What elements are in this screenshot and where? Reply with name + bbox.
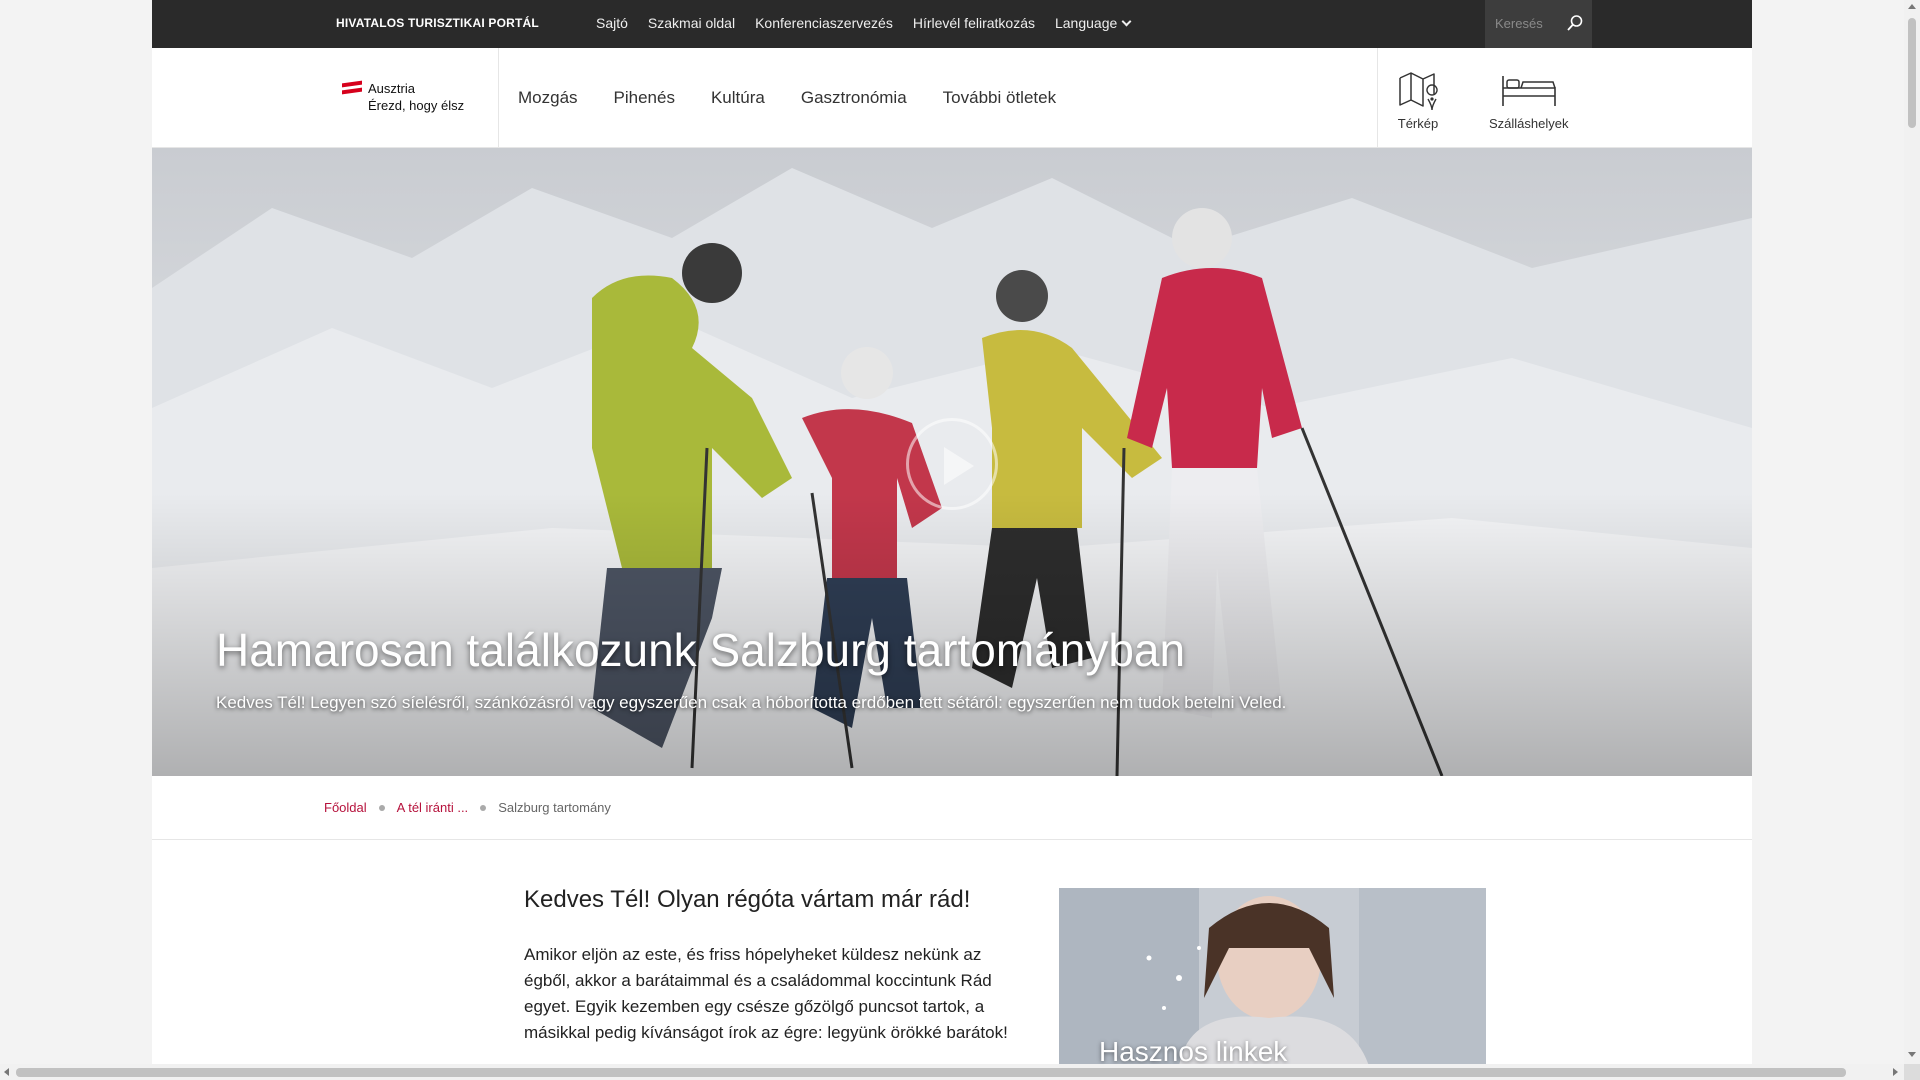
map-icon <box>1399 72 1438 111</box>
scroll-left-icon[interactable] <box>4 1068 9 1076</box>
hero-banner: Hamarosan találkozunk Salzburg tartomány… <box>152 148 1752 776</box>
map-button[interactable]: Térkép <box>1396 70 1440 131</box>
horizontal-scrollbar[interactable] <box>0 1064 1904 1080</box>
breadcrumb: Főoldal A tél iránti ... Salzburg tartom… <box>152 776 1752 840</box>
page: HIVATALOS TURISZTIKAI PORTÁL Sajtó Szakm… <box>152 0 1752 1064</box>
nav-divider <box>498 48 499 148</box>
brand-logo[interactable]: Ausztria Érezd, hogy élsz <box>342 80 464 114</box>
menu-item-relax[interactable]: Pihenés <box>614 88 675 108</box>
link-newsletter[interactable]: Hírlevél feliratkozás <box>913 15 1035 31</box>
hero-title: Hamarosan találkozunk Salzburg tartomány… <box>216 624 1186 676</box>
language-selector[interactable]: Language <box>1054 15 1132 31</box>
scroll-down-icon[interactable] <box>1908 1052 1916 1057</box>
logo-line-1: Ausztria <box>368 81 415 96</box>
bed-icon <box>1501 76 1556 106</box>
menu-item-gastronomy[interactable]: Gasztronómia <box>801 88 907 108</box>
link-press[interactable]: Sajtó <box>596 15 628 31</box>
menu-item-culture[interactable]: Kultúra <box>711 88 765 108</box>
main-nav: Ausztria Érezd, hogy élsz Mozgás Pihenés… <box>152 48 1752 148</box>
breadcrumb-parent[interactable]: A tél iránti ... <box>397 800 469 815</box>
scrollbar-thumb[interactable] <box>1908 18 1916 128</box>
breadcrumb-separator <box>480 804 487 811</box>
article-paragraph: Amikor eljön az este, és friss hópelyhek… <box>524 945 1008 1042</box>
nav-divider <box>1377 48 1378 148</box>
vertical-scrollbar[interactable] <box>1904 0 1920 1064</box>
breadcrumb-home[interactable]: Főoldal <box>324 800 367 815</box>
accommodation-button[interactable]: Szálláshelyek <box>1489 70 1569 131</box>
card-title: Hasznos linkek <box>1099 1036 1288 1064</box>
scroll-right-icon[interactable] <box>1893 1068 1898 1076</box>
article-body: Kedves Tél! Olyan régóta vártam már rád!… <box>524 886 1024 1046</box>
chevron-down-icon <box>1121 16 1132 26</box>
austria-flag-icon <box>342 80 362 114</box>
language-label: Language <box>1054 15 1118 31</box>
menu-item-more-ideas[interactable]: További ötletek <box>943 88 1056 108</box>
hero-subtitle: Kedves Tél! Legyen szó síelésről, szánkó… <box>216 693 1287 712</box>
accommodation-label: Szálláshelyek <box>1489 116 1569 131</box>
map-label: Térkép <box>1397 116 1439 131</box>
logo-line-2: Érezd, hogy élsz <box>368 98 465 113</box>
link-conference[interactable]: Konferenciaszervezés <box>755 15 893 31</box>
breadcrumb-current: Salzburg tartomány <box>498 800 611 815</box>
play-icon <box>944 447 974 485</box>
top-utility-bar: HIVATALOS TURISZTIKAI PORTÁL Sajtó Szakm… <box>152 0 1752 48</box>
primary-menu: Mozgás Pihenés Kultúra Gasztronómia Tová… <box>518 88 1056 108</box>
utility-links: Sajtó Szakmai oldal Konferenciaszervezés… <box>596 15 1132 31</box>
search-box <box>1485 0 1592 48</box>
scroll-up-icon[interactable] <box>1908 4 1916 9</box>
scrollbar-thumb[interactable] <box>16 1068 1846 1077</box>
search-input[interactable] <box>1495 16 1555 31</box>
menu-item-movement[interactable]: Mozgás <box>518 88 578 108</box>
official-portal-label: HIVATALOS TURISZTIKAI PORTÁL <box>336 16 539 30</box>
breadcrumb-separator <box>378 804 385 811</box>
link-professional[interactable]: Szakmai oldal <box>648 15 735 31</box>
article-heading: Kedves Tél! Olyan régóta vártam már rád! <box>524 886 971 913</box>
search-icon[interactable] <box>1566 14 1584 32</box>
scrollbar-corner <box>1904 1064 1920 1080</box>
useful-links-card[interactable]: Hasznos linkek <box>1059 888 1486 1064</box>
play-video-button[interactable] <box>906 418 998 510</box>
